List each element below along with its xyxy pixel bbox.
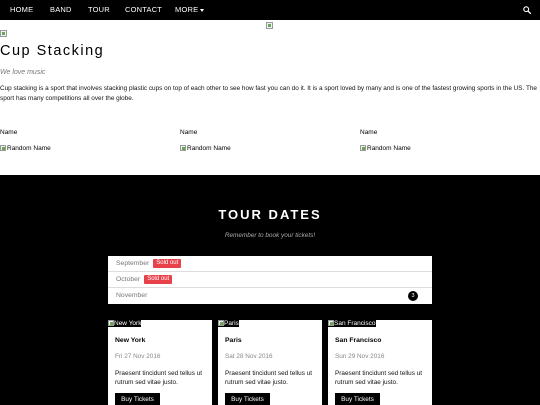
city-name: New York: [115, 337, 146, 344]
city-name: Paris: [225, 337, 242, 344]
band-member: Name Random Name: [360, 129, 411, 152]
nav-more-dropdown[interactable]: MORE: [175, 0, 205, 20]
logo-image-placeholder: [0, 30, 7, 37]
nav-more-label: MORE: [175, 5, 199, 14]
page-title: Cup Stacking: [0, 43, 105, 59]
intro-section: Cup Stacking We love music Cup stacking …: [0, 20, 540, 175]
city-date: Sat 28 Nov 2016: [225, 353, 273, 360]
caret-down-icon: [200, 8, 205, 12]
city-date: Sun 29 Nov 2016: [335, 353, 385, 360]
nav-home-link[interactable]: HOME: [10, 0, 33, 20]
member-name: Name: [180, 129, 198, 136]
nav-tour-link[interactable]: TOUR: [88, 0, 110, 20]
band-member: Name Random Name: [180, 129, 231, 152]
month-label: September: [116, 260, 150, 267]
member-image-alt: Random Name: [187, 145, 231, 152]
sold-out-badge: Sold out: [153, 259, 182, 268]
broken-image-icon: [360, 145, 366, 151]
buy-tickets-button[interactable]: Buy Tickets: [115, 393, 160, 405]
city-description: Praesent tincidunt sed tellus ut rutrum …: [115, 370, 203, 386]
member-image: Random Name: [360, 145, 411, 152]
member-name: Name: [0, 129, 18, 136]
city-name: San Francisco: [335, 337, 382, 344]
city-image-alt: San Francisco: [334, 320, 376, 327]
nav-contact-link[interactable]: CONTACT: [125, 0, 162, 20]
member-image: Random Name: [0, 145, 51, 152]
city-image: New York: [108, 320, 142, 327]
city-description: Praesent tincidunt sed tellus ut rutrum …: [225, 370, 313, 386]
month-label: November: [116, 292, 148, 299]
member-image-alt: Random Name: [367, 145, 411, 152]
band-member: Name Random Name: [0, 129, 51, 152]
broken-image-icon: [0, 145, 6, 151]
search-icon[interactable]: [523, 6, 531, 14]
tagline: We love music: [0, 69, 46, 76]
hero-image-placeholder: [266, 22, 273, 29]
city-image-alt: New York: [114, 320, 142, 327]
city-card-paris: Paris Paris Sat 28 Nov 2016 Praesent tin…: [218, 320, 322, 405]
tour-title: TOUR DATES: [218, 207, 322, 222]
buy-tickets-button[interactable]: Buy Tickets: [335, 393, 380, 405]
city-date: Fri 27 Nov 2016: [115, 353, 161, 360]
city-card-new-york: New York New York Fri 27 Nov 2016 Praese…: [108, 320, 212, 405]
city-description: Praesent tincidunt sed tellus ut rutrum …: [335, 370, 423, 386]
city-image-alt: Paris: [224, 320, 239, 327]
intro-description: Cup stacking is a sport that involves st…: [0, 85, 537, 102]
nav-band-link[interactable]: BAND: [50, 0, 72, 20]
city-card-san-francisco: San Francisco San Francisco Sun 29 Nov 2…: [328, 320, 432, 405]
month-item-november[interactable]: November 3: [108, 288, 432, 304]
ticket-count-badge: 3: [408, 291, 418, 301]
sold-out-badge: Sold out: [144, 275, 173, 284]
member-image-alt: Random Name: [7, 145, 51, 152]
buy-tickets-button[interactable]: Buy Tickets: [225, 393, 270, 405]
top-navbar: HOME BAND TOUR CONTACT MORE: [0, 0, 540, 20]
tour-month-list: September Sold out October Sold out Novemb…: [108, 256, 432, 304]
city-image: Paris: [218, 320, 239, 327]
broken-image-icon: [328, 320, 334, 326]
broken-image-icon: [108, 320, 114, 326]
broken-image-icon: [218, 320, 224, 326]
city-image: San Francisco: [328, 320, 376, 327]
broken-image-icon: [180, 145, 186, 151]
member-name: Name: [360, 129, 378, 136]
tour-subtitle: Remember to book your tickets!: [224, 232, 316, 239]
month-label: October: [116, 276, 141, 283]
month-item-october[interactable]: October Sold out: [108, 272, 432, 288]
member-image: Random Name: [180, 145, 231, 152]
month-item-september[interactable]: September Sold out: [108, 256, 432, 272]
